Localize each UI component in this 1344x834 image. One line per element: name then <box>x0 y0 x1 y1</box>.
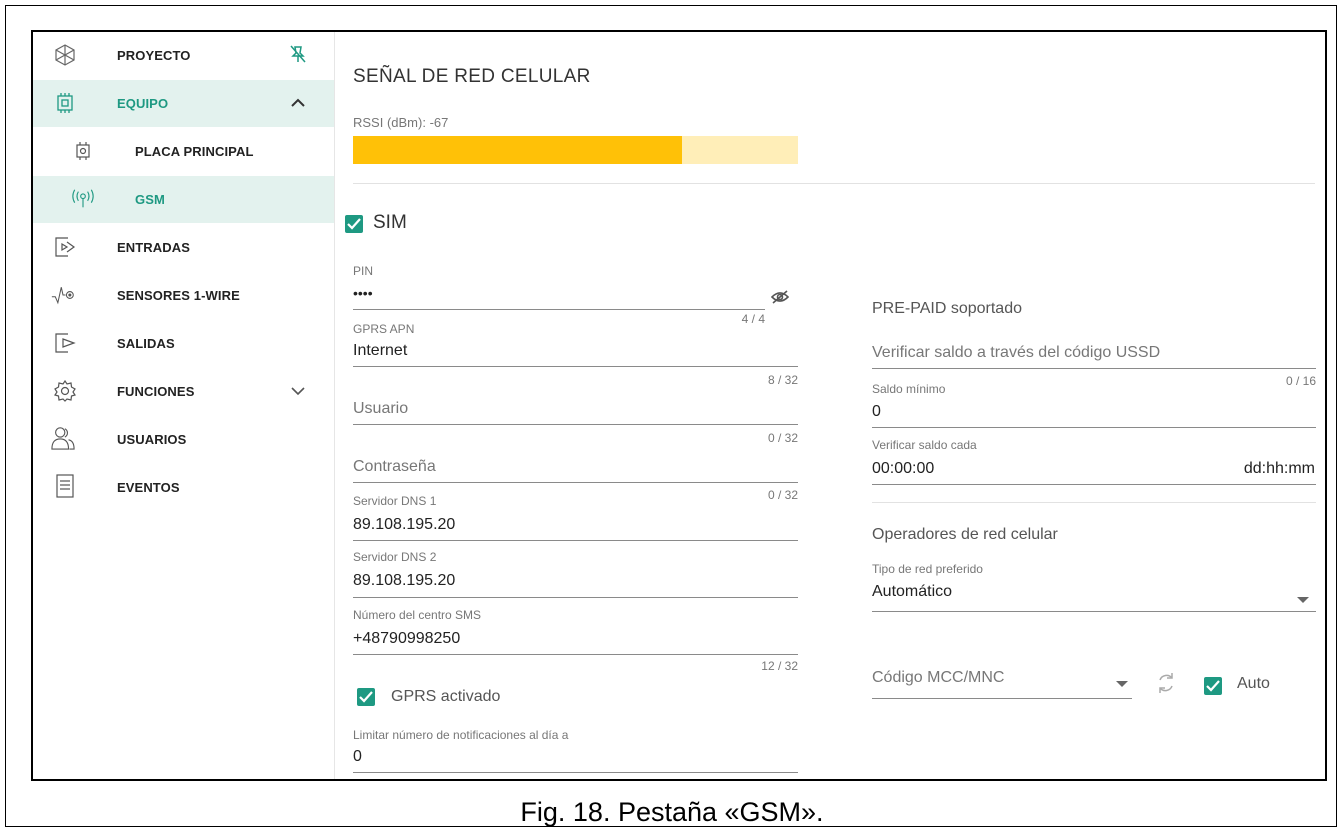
figure-frame: PROYECTO EQUIPO PLACA PRINCIPAL GSM ENTR… <box>5 5 1337 827</box>
main-content: SEÑAL DE RED CELULAR RSSI (dBm): -67 SIM… <box>335 32 1325 779</box>
document-icon <box>53 474 77 498</box>
network-type-label: Tipo de red preferido <box>872 562 983 576</box>
ussd-field[interactable]: Verificar saldo a través del código USSD <box>872 344 1160 362</box>
antenna-icon <box>71 187 95 211</box>
check-every-underline <box>872 484 1316 485</box>
sidebar-item-equipo[interactable]: EQUIPO <box>33 80 334 127</box>
dns1-field[interactable]: 89.108.195.20 <box>353 516 455 534</box>
refresh-icon[interactable] <box>1156 672 1176 699</box>
board-icon <box>71 139 95 163</box>
min-balance-underline <box>872 427 1316 428</box>
auto-label: Auto <box>1237 675 1270 692</box>
sidebar-item-label: EVENTOS <box>117 480 180 495</box>
signal-bar-fill <box>353 136 683 164</box>
sidebar-item-placa-principal[interactable]: PLACA PRINCIPAL <box>33 128 334 175</box>
chip-icon <box>53 91 77 115</box>
limit-field[interactable]: 0 <box>353 748 362 766</box>
apn-underline <box>353 366 798 367</box>
ussd-counter: 0 / 16 <box>1285 374 1316 388</box>
limit-label: Limitar número de notificaciones al día … <box>353 728 569 742</box>
sms-center-label: Número del centro SMS <box>353 608 482 622</box>
figure-caption: Fig. 18. Pestaña «GSM». <box>520 797 824 827</box>
min-balance-field[interactable]: 0 <box>872 403 881 421</box>
apn-counter: 8 / 32 <box>767 373 798 387</box>
password-counter: 0 / 32 <box>767 488 798 502</box>
mcc-mnc-select[interactable]: Código MCC/MNC <box>872 669 1004 687</box>
pin-counter: 4 / 4 <box>741 312 765 326</box>
rssi-label: RSSI (dBm): -67 <box>353 115 449 130</box>
sidebar-item-sensores[interactable]: SENSORES 1-WIRE <box>33 272 334 319</box>
output-icon <box>53 331 77 355</box>
section-divider <box>353 183 1315 184</box>
sidebar-item-label: PLACA PRINCIPAL <box>135 144 254 159</box>
username-underline <box>353 424 798 425</box>
check-every-label: Verificar saldo cada <box>872 438 977 452</box>
sensor-icon <box>51 283 75 307</box>
sms-center-field[interactable]: +48790998250 <box>353 630 460 648</box>
sidebar-item-label: SENSORES 1-WIRE <box>117 288 240 303</box>
sidebar-item-funciones[interactable]: FUNCIONES <box>33 368 334 415</box>
network-type-select[interactable]: Automático <box>872 583 952 601</box>
dns1-label: Servidor DNS 1 <box>353 494 437 508</box>
network-type-underline <box>872 611 1316 612</box>
gprs-label: GPRS activado <box>391 688 501 705</box>
sidebar-item-label: ENTRADAS <box>117 240 191 255</box>
password-field[interactable]: Contraseña <box>353 458 436 476</box>
sidebar-item-salidas[interactable]: SALIDAS <box>33 320 334 367</box>
auto-checkbox[interactable] <box>1204 677 1222 695</box>
apn-label: GPRS APN <box>353 322 415 336</box>
input-icon <box>53 235 77 259</box>
username-counter: 0 / 32 <box>767 431 798 445</box>
app-screen: PROYECTO EQUIPO PLACA PRINCIPAL GSM ENTR… <box>31 30 1327 781</box>
sidebar-item-label: EQUIPO <box>117 96 169 111</box>
ussd-underline <box>872 368 1316 369</box>
unpin-icon[interactable] <box>288 44 308 64</box>
sidebar-item-label: FUNCIONES <box>117 384 195 399</box>
sim-checkbox[interactable] <box>345 215 363 233</box>
chevron-down-icon[interactable] <box>288 381 308 401</box>
sim-label: SIM <box>373 212 407 233</box>
dns1-underline <box>353 540 798 541</box>
pin-field[interactable]: •••• <box>353 285 373 301</box>
apn-field[interactable]: Internet <box>353 342 407 360</box>
mcc-mnc-underline <box>872 698 1132 699</box>
sms-center-underline <box>353 654 798 655</box>
sidebar-item-usuarios[interactable]: USUARIOS <box>33 416 334 463</box>
sidebar-item-label: PROYECTO <box>117 48 191 63</box>
limit-underline <box>353 772 798 773</box>
sidebar-item-proyecto[interactable]: PROYECTO <box>33 32 334 79</box>
pin-label: PIN <box>353 264 374 278</box>
gprs-checkbox[interactable] <box>357 688 375 706</box>
check-every-field[interactable]: 00:00:00 <box>872 460 934 478</box>
chevron-up-icon[interactable] <box>288 93 308 113</box>
gear-icon <box>53 379 77 403</box>
check-every-suffix: dd:hh:mm <box>1243 460 1315 477</box>
dropdown-arrow-icon[interactable] <box>1116 675 1128 693</box>
min-balance-label: Saldo mínimo <box>872 382 946 396</box>
signal-section-title: SEÑAL DE RED CELULAR <box>353 66 591 87</box>
users-icon <box>51 426 75 450</box>
sidebar-item-label: USUARIOS <box>117 432 187 447</box>
pin-underline <box>353 309 765 310</box>
operators-title: Operadores de red celular <box>872 526 1058 543</box>
eye-off-icon[interactable] <box>770 290 790 309</box>
dropdown-arrow-icon[interactable] <box>1297 591 1309 609</box>
sidebar-item-eventos[interactable]: EVENTOS <box>33 464 334 511</box>
signal-strength-bar <box>353 136 798 164</box>
dns2-label: Servidor DNS 2 <box>353 550 437 564</box>
username-field[interactable]: Usuario <box>353 400 408 418</box>
sidebar-item-label: GSM <box>135 192 165 207</box>
sidebar-item-gsm[interactable]: GSM <box>33 176 334 223</box>
sidebar-item-entradas[interactable]: ENTRADAS <box>33 224 334 271</box>
sidebar: PROYECTO EQUIPO PLACA PRINCIPAL GSM ENTR… <box>33 32 335 779</box>
sms-center-counter: 12 / 32 <box>761 659 798 673</box>
prepaid-title: PRE-PAID soportado <box>872 300 1022 317</box>
right-divider <box>872 502 1316 503</box>
snowflake-icon <box>53 43 77 67</box>
password-underline <box>353 482 798 483</box>
sidebar-item-label: SALIDAS <box>117 336 175 351</box>
dns2-field[interactable]: 89.108.195.20 <box>353 572 455 590</box>
dns2-underline <box>353 597 798 598</box>
